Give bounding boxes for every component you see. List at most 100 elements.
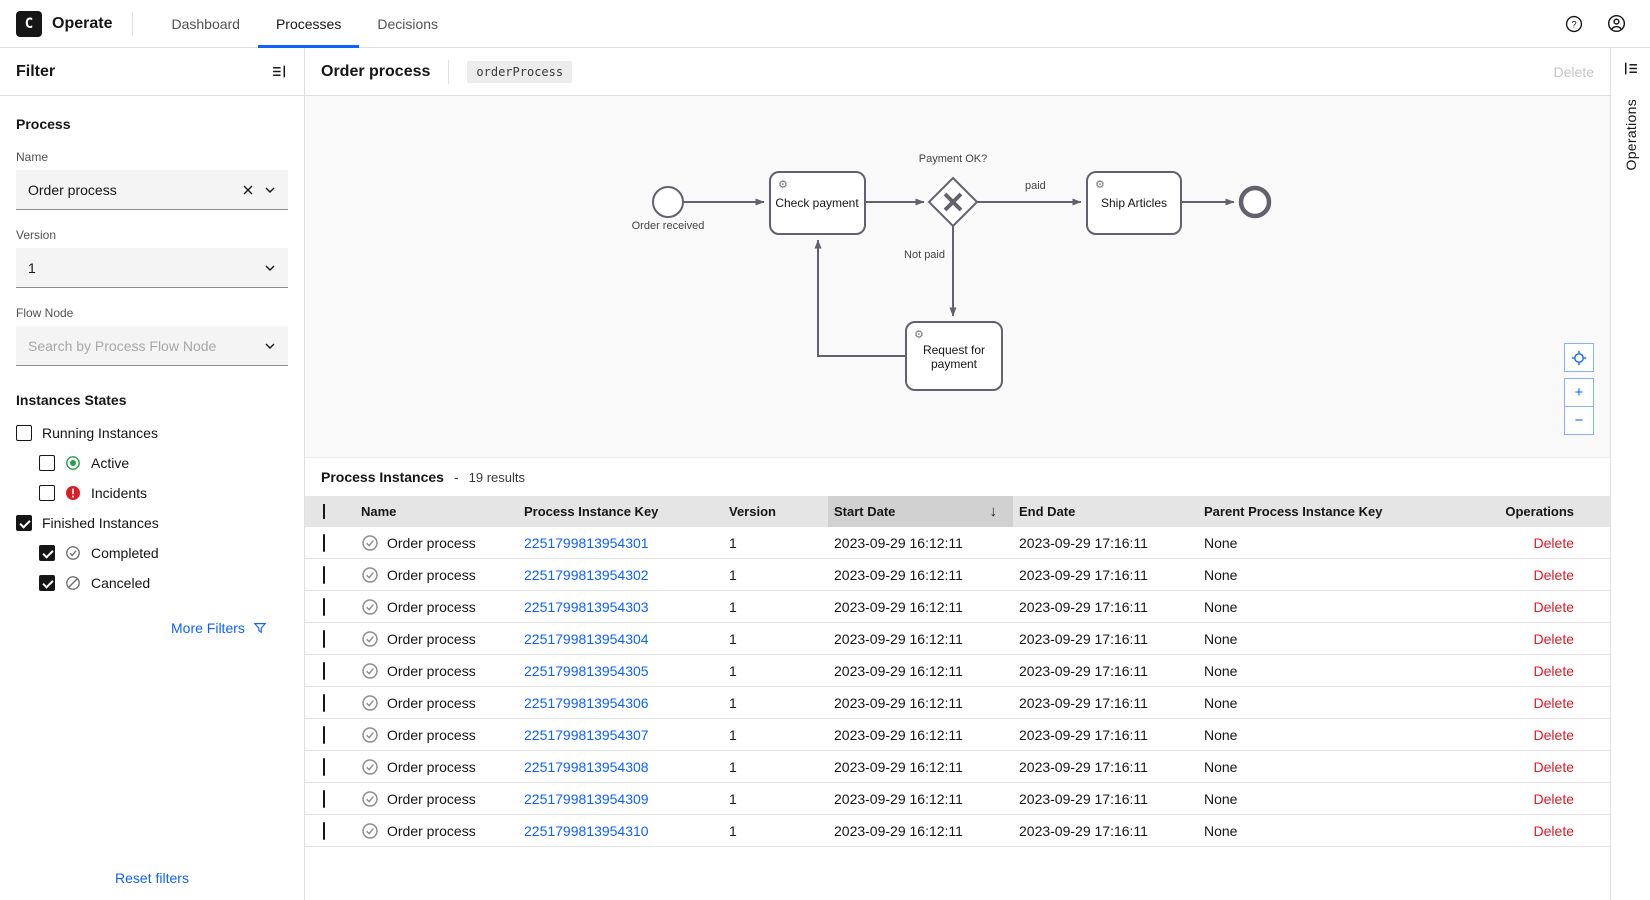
row-checkbox[interactable] xyxy=(323,534,325,552)
nav-decisions[interactable]: Decisions xyxy=(359,0,456,48)
expand-operations-panel-icon[interactable] xyxy=(1622,60,1639,77)
chevron-down-icon[interactable] xyxy=(264,340,276,352)
flow-node-input[interactable] xyxy=(28,338,254,354)
flow-node-combobox[interactable] xyxy=(16,326,288,366)
delete-instance-button[interactable]: Delete xyxy=(1534,791,1574,807)
running-instances-checkbox[interactable] xyxy=(16,425,32,441)
task-label: Ship Articles xyxy=(1101,196,1167,210)
end-event[interactable] xyxy=(1241,188,1269,216)
instance-key-link[interactable]: 2251799813954305 xyxy=(524,663,649,679)
delete-instance-button[interactable]: Delete xyxy=(1534,599,1574,615)
task-check-payment[interactable]: ⚙ Check payment xyxy=(770,172,865,234)
instance-key-link[interactable]: 2251799813954308 xyxy=(524,759,649,775)
instance-name-cell: Order process xyxy=(353,598,518,616)
instance-start-date: 2023-09-29 16:12:11 xyxy=(828,663,1013,679)
table-row: Order process 2251799813954303 1 2023-09… xyxy=(305,591,1610,623)
incidents-checkbox[interactable] xyxy=(39,485,55,501)
instance-version: 1 xyxy=(723,759,828,775)
canceled-checkbox[interactable] xyxy=(39,575,55,591)
reset-zoom-button[interactable] xyxy=(1564,343,1594,372)
help-button[interactable]: ? xyxy=(1558,8,1590,40)
row-checkbox[interactable] xyxy=(323,758,325,776)
instance-key-link[interactable]: 2251799813954304 xyxy=(524,631,649,647)
flow-node-field-label: Flow Node xyxy=(16,306,288,320)
instance-start-date: 2023-09-29 16:12:11 xyxy=(828,823,1013,839)
operations-rail-label: Operations xyxy=(1623,99,1639,170)
row-checkbox[interactable] xyxy=(323,598,325,616)
delete-instance-button[interactable]: Delete xyxy=(1534,695,1574,711)
collapse-panel-icon[interactable] xyxy=(271,63,288,80)
row-checkbox[interactable] xyxy=(323,662,325,680)
instance-name: Order process xyxy=(387,823,476,839)
instance-version: 1 xyxy=(723,599,828,615)
instance-name-cell: Order process xyxy=(353,758,518,776)
version-field-label: Version xyxy=(16,228,288,242)
instance-key-link[interactable]: 2251799813954309 xyxy=(524,791,649,807)
instance-key-link[interactable]: 2251799813954306 xyxy=(524,695,649,711)
instance-key-link[interactable]: 2251799813954302 xyxy=(524,567,649,583)
version-select[interactable]: 1 xyxy=(16,248,288,288)
camunda-logo: C xyxy=(16,11,42,37)
table-row: Order process 2251799813954305 1 2023-09… xyxy=(305,655,1610,687)
delete-instance-button[interactable]: Delete xyxy=(1534,823,1574,839)
instance-key-link[interactable]: 2251799813954310 xyxy=(524,823,649,839)
active-checkbox[interactable] xyxy=(39,455,55,471)
row-checkbox[interactable] xyxy=(323,566,325,584)
instance-version: 1 xyxy=(723,631,828,647)
row-checkbox[interactable] xyxy=(323,630,325,648)
completed-checkbox[interactable] xyxy=(39,545,55,561)
more-filters-button[interactable]: More Filters xyxy=(171,620,288,636)
finished-instances-checkbox[interactable] xyxy=(16,515,32,531)
row-checkbox[interactable] xyxy=(323,790,325,808)
process-instances-panel: Process Instances - 19 results Name Proc… xyxy=(305,457,1610,900)
instance-key-link[interactable]: 2251799813954303 xyxy=(524,599,649,615)
instance-key-link[interactable]: 2251799813954301 xyxy=(524,535,649,551)
completed-state-icon xyxy=(361,694,379,712)
task-ship-articles[interactable]: ⚙ Ship Articles xyxy=(1087,172,1181,234)
user-menu-button[interactable] xyxy=(1600,8,1632,40)
row-checkbox[interactable] xyxy=(323,726,325,744)
column-header-name[interactable]: Name xyxy=(353,504,518,519)
row-checkbox[interactable] xyxy=(323,694,325,712)
chevron-down-icon[interactable] xyxy=(264,262,276,274)
nav-processes[interactable]: Processes xyxy=(258,0,359,48)
process-name-combobox[interactable]: Order process xyxy=(16,170,288,210)
select-all-checkbox[interactable] xyxy=(323,504,325,519)
nav-dashboard[interactable]: Dashboard xyxy=(153,0,258,48)
state-label: Finished Instances xyxy=(42,515,159,531)
instance-end-date: 2023-09-29 17:16:11 xyxy=(1013,727,1198,743)
column-header-parent-key[interactable]: Parent Process Instance Key xyxy=(1198,504,1453,519)
chevron-down-icon[interactable] xyxy=(264,184,276,196)
column-header-end-date[interactable]: End Date xyxy=(1013,504,1198,519)
column-header-version[interactable]: Version xyxy=(723,504,828,519)
delete-instance-button[interactable]: Delete xyxy=(1534,631,1574,647)
delete-instance-button[interactable]: Delete xyxy=(1534,567,1574,583)
delete-instance-button[interactable]: Delete xyxy=(1534,535,1574,551)
row-checkbox[interactable] xyxy=(323,822,325,840)
user-icon xyxy=(1607,14,1626,33)
zoom-in-button[interactable]: + xyxy=(1564,378,1594,407)
header-divider xyxy=(448,60,449,84)
delete-instance-button[interactable]: Delete xyxy=(1534,759,1574,775)
instances-states-heading: Instances States xyxy=(16,392,288,408)
delete-process-button[interactable]: Delete xyxy=(1554,64,1594,80)
instance-parent-key: None xyxy=(1198,727,1453,743)
delete-instance-button[interactable]: Delete xyxy=(1534,663,1574,679)
table-row: Order process 2251799813954308 1 2023-09… xyxy=(305,751,1610,783)
instance-key-link[interactable]: 2251799813954307 xyxy=(524,727,649,743)
gateway-payment-ok[interactable]: Payment OK? xyxy=(919,153,987,226)
more-filters-label: More Filters xyxy=(171,620,245,636)
reset-filters-button[interactable]: Reset filters xyxy=(115,870,189,886)
delete-instance-button[interactable]: Delete xyxy=(1534,727,1574,743)
instance-end-date: 2023-09-29 17:16:11 xyxy=(1013,823,1198,839)
state-label: Canceled xyxy=(91,575,150,591)
instance-version: 1 xyxy=(723,727,828,743)
clear-selection-icon[interactable] xyxy=(242,184,254,196)
start-event-order-received[interactable]: Order received xyxy=(632,187,705,232)
column-header-start-date[interactable]: Start Date ↓ xyxy=(828,496,1013,527)
column-header-process-instance-key[interactable]: Process Instance Key xyxy=(518,504,723,519)
bpmn-diagram-canvas[interactable]: Order received ⚙ Check payment Payment O… xyxy=(305,96,1610,457)
row-select-cell xyxy=(305,759,353,775)
task-request-for-payment[interactable]: ⚙ Request for payment xyxy=(906,322,1002,390)
zoom-out-button[interactable]: − xyxy=(1564,406,1594,435)
